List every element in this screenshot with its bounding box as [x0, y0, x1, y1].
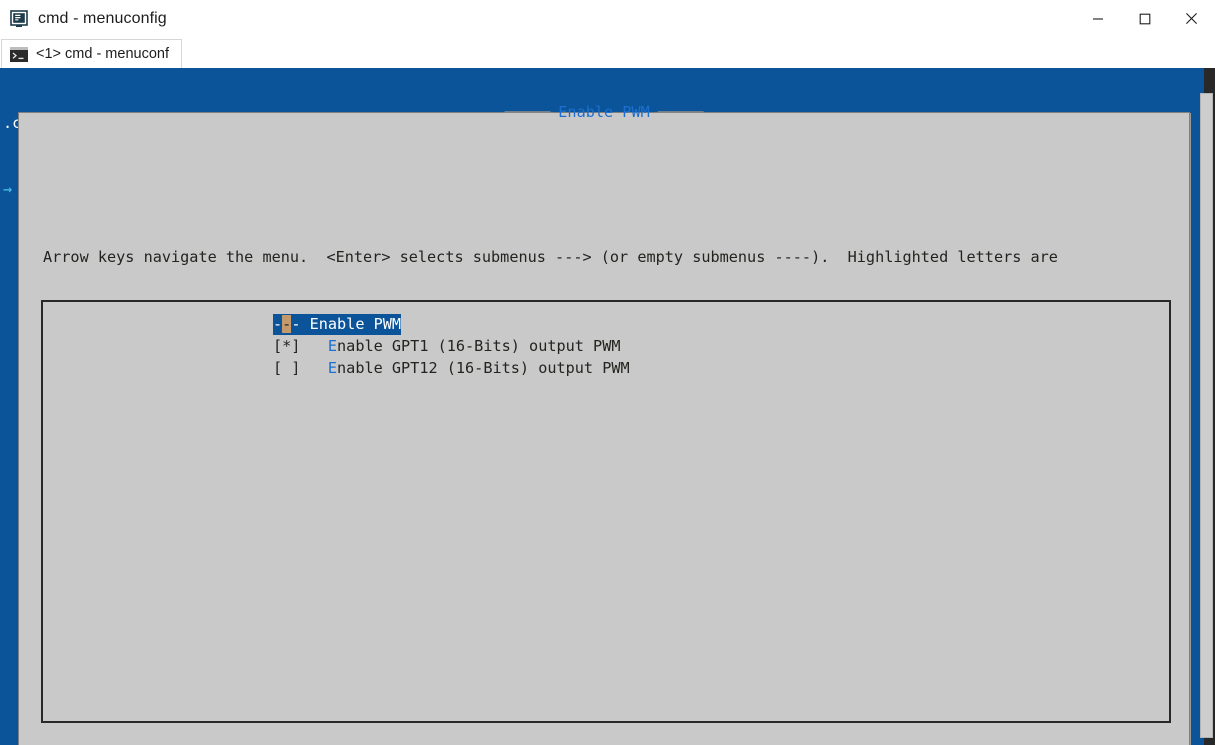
submenu-dash-b: -: [291, 315, 310, 333]
menu-item-enable-pwm[interactable]: --- Enable PWM: [273, 313, 402, 335]
menu-item-label: nable GPT12 (16-Bits) output PWM: [337, 359, 630, 377]
checkbox-state[interactable]: [*]: [273, 337, 300, 355]
dialog-rule-left: ─────: [504, 103, 551, 121]
menu-item-enable-gpt12-pwm[interactable]: [ ] Enable GPT12 (16-Bits) output PWM: [273, 357, 630, 379]
text-cursor: -: [282, 315, 292, 333]
window-title: cmd - menuconfig: [38, 9, 167, 27]
vertical-scrollbar[interactable]: [1200, 93, 1213, 738]
submenu-dash-a: -: [273, 315, 283, 333]
tab-cmd-menuconf[interactable]: <1> cmd - menuconf: [1, 39, 182, 68]
menu-item-gap: [300, 337, 327, 355]
tab-strip: <1> cmd - menuconf Search: [0, 37, 1215, 101]
app-window: cmd - menuconfig <1> cmd - menuconf → ──…: [0, 0, 1215, 745]
dialog-title-bar: ───── Enable PWM ─────: [19, 101, 1189, 123]
menu-item-enable-gpt1-pwm[interactable]: [*] Enable GPT1 (16-Bits) output PWM: [273, 335, 620, 357]
checkbox-state[interactable]: [ ]: [273, 359, 300, 377]
console-tab-icon: [10, 46, 28, 62]
menu-item-label: Enable PWM: [309, 315, 402, 333]
window-control-buttons: [1074, 0, 1215, 37]
menuconfig-dialog: ───── Enable PWM ───── Arrow keys navigate…: [18, 103, 1190, 745]
tab-label: <1> cmd - menuconf: [36, 46, 169, 62]
terminal-client-area[interactable]: .config - RT-Thread Configuration → Hard…: [0, 68, 1215, 745]
menu-item-label: nable GPT1 (16-Bits) output PWM: [337, 337, 621, 355]
menu-list[interactable]: --- Enable PWM [*] Enable GPT1 (16-Bits)…: [41, 300, 1171, 723]
maximize-button[interactable]: [1121, 0, 1168, 37]
dialog-rule-right: ─────: [657, 103, 704, 121]
menu-item-hotkey: E: [327, 337, 338, 355]
menu-item-hotkey: E: [327, 359, 338, 377]
console-app-icon: [10, 9, 28, 28]
close-button[interactable]: [1168, 0, 1215, 37]
menu-item-selected-highlight: --- Enable PWM: [273, 314, 402, 335]
window-titlebar: cmd - menuconfig: [0, 0, 1215, 37]
dialog-title-text: Enable PWM: [558, 103, 650, 121]
help-line-1: Arrow keys navigate the menu. <Enter> se…: [43, 248, 1058, 266]
minimize-button[interactable]: [1074, 0, 1121, 37]
menu-item-gap: [300, 359, 327, 377]
